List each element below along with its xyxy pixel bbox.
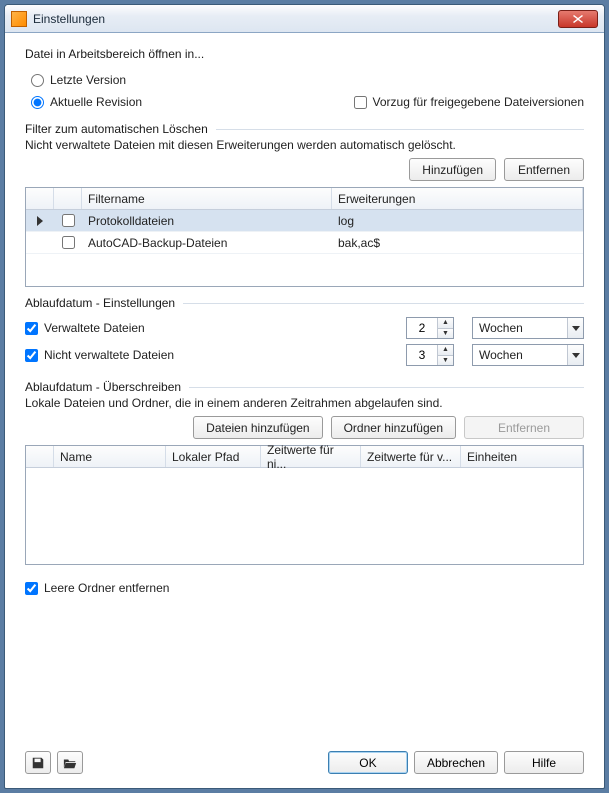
chevron-down-icon	[567, 318, 583, 338]
filter-row-ext: log	[332, 210, 583, 231]
filter-add-button[interactable]: Hinzufügen	[409, 158, 496, 181]
radio-current-input[interactable]	[31, 96, 44, 109]
radio-current-label: Aktuelle Revision	[50, 95, 142, 109]
spin-down-icon[interactable]: ▼	[438, 329, 453, 339]
filter-row-ext: bak,ac$	[332, 232, 583, 253]
checkbox-delete-empty[interactable]: Leere Ordner entfernen	[25, 581, 584, 595]
filter-row-name: AutoCAD-Backup-Dateien	[82, 232, 332, 253]
checkbox-unmanaged-label: Nicht verwaltete Dateien	[44, 348, 174, 362]
checkbox-managed-label: Verwaltete Dateien	[44, 321, 145, 335]
filter-col-name: Filtername	[82, 188, 332, 209]
expiry-section: Ablaufdatum - Einstellungen Verwaltete D…	[25, 303, 584, 371]
settings-dialog: Einstellungen Datei in Arbeitsbereich öf…	[4, 4, 605, 789]
titlebar: Einstellungen	[5, 5, 604, 33]
spin-up-icon[interactable]: ▲	[438, 345, 453, 356]
checkbox-delete-empty-label: Leere Ordner entfernen	[44, 581, 169, 595]
close-button[interactable]	[558, 10, 598, 28]
folder-open-icon	[63, 756, 77, 770]
add-folders-button[interactable]: Ordner hinzufügen	[331, 416, 456, 439]
close-icon	[573, 15, 583, 23]
filter-grid-header: Filtername Erweiterungen	[26, 188, 583, 210]
table-row[interactable]: Protokolldateien log	[26, 210, 583, 232]
help-button[interactable]: Hilfe	[504, 751, 584, 774]
override-col-t1: Zeitwerte für ni...	[261, 446, 361, 467]
cancel-button[interactable]: Abbrechen	[414, 751, 498, 774]
override-col-t2: Zeitwerte für v...	[361, 446, 461, 467]
checkbox-released-label: Vorzug für freigegebene Dateiversionen	[373, 95, 584, 109]
override-col-name: Name	[54, 446, 166, 467]
app-icon	[11, 11, 27, 27]
filter-section: Filter zum automatischen Löschen Nicht v…	[25, 129, 584, 287]
checkbox-delete-empty-input[interactable]	[25, 582, 38, 595]
checkbox-managed-input[interactable]	[25, 322, 38, 335]
filter-desc: Nicht verwaltete Dateien mit diesen Erwe…	[25, 138, 584, 152]
spin-down-icon[interactable]: ▼	[438, 356, 453, 366]
filter-grid[interactable]: Filtername Erweiterungen Protokolldateie…	[25, 187, 584, 287]
override-desc: Lokale Dateien und Ordner, die in einem …	[25, 396, 584, 410]
checkbox-unmanaged-input[interactable]	[25, 349, 38, 362]
filter-row-checkbox[interactable]	[62, 214, 75, 227]
radio-latest-version[interactable]: Letzte Version	[31, 73, 584, 87]
table-row[interactable]: AutoCAD-Backup-Dateien bak,ac$	[26, 232, 583, 254]
override-remove-button: Entfernen	[464, 416, 584, 439]
managed-unit-combo[interactable]: Wochen	[472, 317, 584, 339]
checkbox-released-input[interactable]	[354, 96, 367, 109]
filter-col-ext: Erweiterungen	[332, 188, 583, 209]
filter-row-name: Protokolldateien	[82, 210, 332, 231]
chevron-down-icon	[567, 345, 583, 365]
override-col-path: Lokaler Pfad	[166, 446, 261, 467]
unmanaged-value[interactable]	[407, 345, 437, 365]
checkbox-unmanaged[interactable]: Nicht verwaltete Dateien	[25, 348, 174, 362]
override-grid[interactable]: Name Lokaler Pfad Zeitwerte für ni... Ze…	[25, 445, 584, 565]
unmanaged-unit-label: Wochen	[479, 348, 523, 362]
spin-up-icon[interactable]: ▲	[438, 318, 453, 329]
radio-current-revision[interactable]: Aktuelle Revision	[31, 95, 142, 109]
filter-legend: Filter zum automatischen Löschen	[25, 122, 216, 136]
unmanaged-spinner[interactable]: ▲▼	[406, 344, 454, 366]
open-in-label: Datei in Arbeitsbereich öffnen in...	[25, 47, 584, 61]
radio-latest-label: Letzte Version	[50, 73, 126, 87]
footer: OK Abbrechen Hilfe	[5, 745, 604, 788]
ok-button[interactable]: OK	[328, 751, 408, 774]
filter-remove-button[interactable]: Entfernen	[504, 158, 584, 181]
override-section: Ablaufdatum - Überschreiben Lokale Datei…	[25, 387, 584, 565]
checkbox-managed[interactable]: Verwaltete Dateien	[25, 321, 145, 335]
managed-value[interactable]	[407, 318, 437, 338]
override-legend: Ablaufdatum - Überschreiben	[25, 380, 189, 394]
save-icon-button[interactable]	[25, 751, 51, 774]
row-marker-icon	[37, 216, 43, 226]
override-col-unit: Einheiten	[461, 446, 583, 467]
add-files-button[interactable]: Dateien hinzufügen	[193, 416, 322, 439]
open-icon-button[interactable]	[57, 751, 83, 774]
checkbox-released-bias[interactable]: Vorzug für freigegebene Dateiversionen	[354, 95, 584, 109]
unmanaged-unit-combo[interactable]: Wochen	[472, 344, 584, 366]
filter-row-checkbox[interactable]	[62, 236, 75, 249]
radio-latest-input[interactable]	[31, 74, 44, 87]
expiry-legend: Ablaufdatum - Einstellungen	[25, 296, 183, 310]
window-title: Einstellungen	[33, 12, 558, 26]
managed-spinner[interactable]: ▲▼	[406, 317, 454, 339]
save-icon	[31, 756, 45, 770]
managed-unit-label: Wochen	[479, 321, 523, 335]
